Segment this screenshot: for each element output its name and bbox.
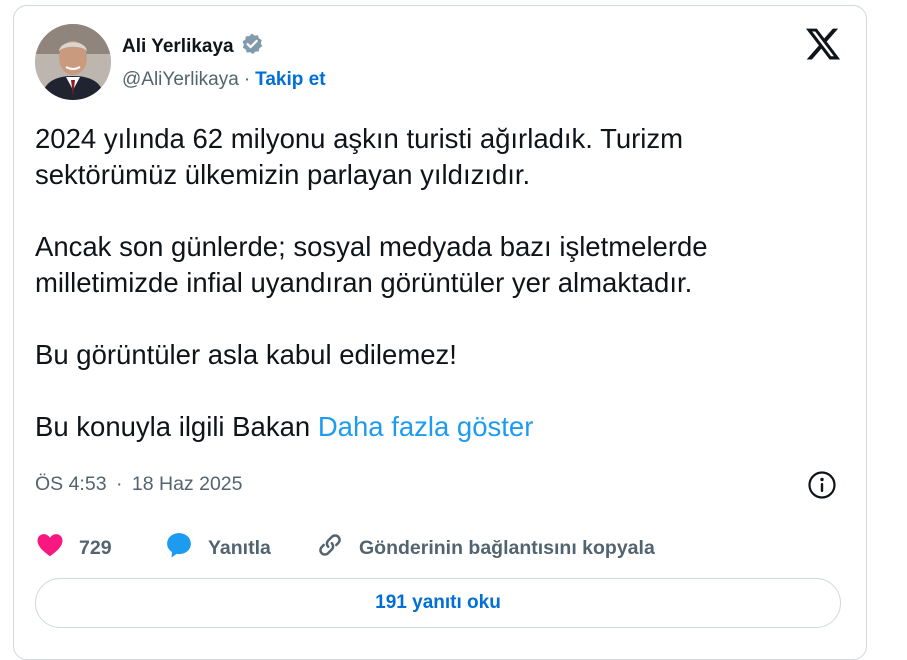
- like-button[interactable]: 729: [35, 531, 112, 565]
- reply-label: Yanıtla: [208, 536, 271, 559]
- author-handle-row: @AliYerlikaya · Takip et: [122, 69, 326, 91]
- follow-button[interactable]: Takip et: [255, 69, 325, 91]
- reply-bubble-icon: [164, 530, 194, 566]
- read-replies-button[interactable]: 191 yanıtı oku: [35, 578, 841, 628]
- author-name-row: Ali Yerlikaya: [122, 32, 264, 61]
- tweet-time: ÖS 4:53: [35, 473, 107, 495]
- show-more-link[interactable]: Daha fazla göster: [318, 411, 534, 442]
- reply-button[interactable]: Yanıtla: [164, 531, 271, 565]
- copy-link-label: Gönderinin bağlantısını kopyala: [359, 536, 655, 559]
- author-name[interactable]: Ali Yerlikaya: [122, 36, 234, 58]
- x-logo-icon[interactable]: [804, 25, 842, 63]
- tweet-text: 2024 yılında 62 milyonu aşkın turisti ağ…: [35, 121, 815, 445]
- read-replies-label: 191 yanıtı oku: [375, 592, 501, 613]
- tweet-body: 2024 yılında 62 milyonu aşkın turisti ağ…: [35, 123, 708, 442]
- heart-icon: [35, 530, 65, 566]
- info-icon[interactable]: [806, 469, 838, 501]
- link-icon: [315, 530, 345, 566]
- tweet-date: 18 Haz 2025: [131, 473, 243, 495]
- verified-badge-icon: [240, 32, 264, 61]
- copy-link-button[interactable]: Gönderinin bağlantısını kopyala: [315, 531, 655, 565]
- separator-dot: ·: [115, 473, 123, 495]
- separator-dot: ·: [243, 69, 251, 90]
- like-count: 729: [79, 536, 112, 559]
- avatar[interactable]: [35, 24, 111, 100]
- tweet-timestamp[interactable]: ÖS 4:53 · 18 Haz 2025: [35, 473, 242, 496]
- author-handle[interactable]: @AliYerlikaya: [122, 69, 239, 91]
